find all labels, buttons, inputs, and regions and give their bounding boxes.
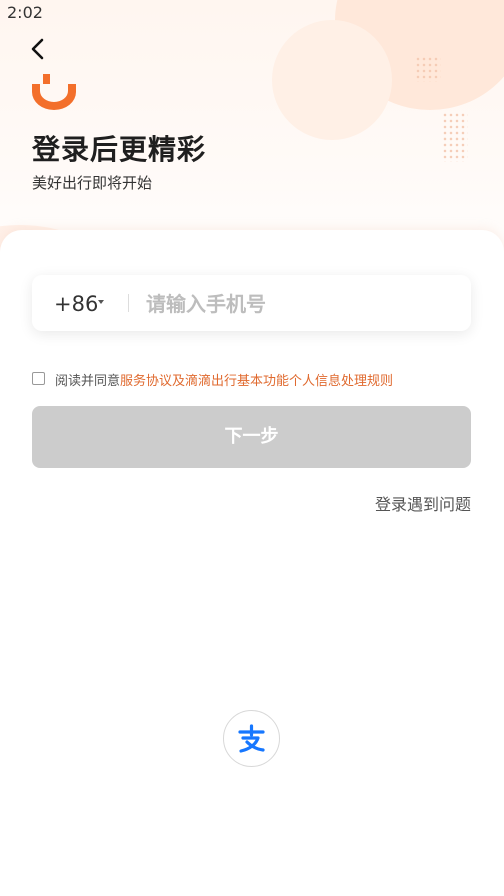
didi-logo-icon (32, 74, 76, 110)
caret-down-icon[interactable] (98, 300, 104, 304)
alipay-icon (238, 724, 265, 753)
status-bar-time: 2:02 (7, 3, 43, 22)
agreement-checkbox[interactable] (32, 372, 45, 385)
country-code-selector[interactable]: +86 (54, 275, 98, 331)
phone-input-container: +86 (32, 275, 471, 331)
divider (128, 294, 129, 312)
decor-dots (442, 112, 468, 138)
phone-number-input[interactable] (144, 285, 458, 323)
agreement-conjunction: 及 (172, 374, 186, 389)
page-title: 登录后更精彩 (32, 133, 207, 166)
chevron-left-icon (31, 38, 44, 60)
login-help-link[interactable]: 登录遇到问题 (375, 491, 471, 515)
next-button[interactable]: 下一步 (32, 406, 471, 468)
privacy-rules-link[interactable]: 滴滴出行基本功能个人信息处理规则 (185, 374, 393, 389)
decor-dots (442, 136, 468, 162)
agreement-text: 阅读并同意服务协议及滴滴出行基本功能个人信息处理规则 (55, 370, 393, 389)
page-subtitle: 美好出行即将开始 (32, 174, 153, 192)
back-button[interactable] (26, 36, 52, 62)
agreement-prefix: 阅读并同意 (55, 374, 121, 389)
decor-dots (415, 56, 441, 82)
decor-circle (272, 20, 392, 140)
service-agreement-link[interactable]: 服务协议 (120, 374, 172, 389)
alipay-login-button[interactable] (223, 710, 280, 767)
